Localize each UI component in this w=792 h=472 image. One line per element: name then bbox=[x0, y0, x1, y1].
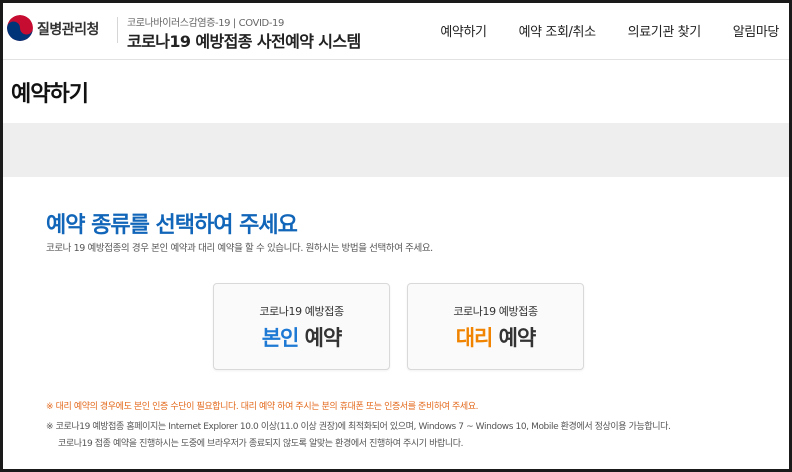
taegeuk-logo-icon[interactable] bbox=[7, 15, 33, 41]
browser-notice-1: ※ 코로나19 예방접종 홈페이지는 Internet Explorer 10.… bbox=[46, 422, 671, 432]
system-title[interactable]: 코로나19 예방접종 사전예약 시스템 bbox=[127, 28, 361, 52]
self-card-accent: 본인 bbox=[261, 326, 300, 350]
main-nav: 예약하기 예약 조회/취소 의료기관 찾기 알림마당 bbox=[408, 21, 779, 40]
nav-item-reserve[interactable]: 예약하기 bbox=[440, 21, 487, 40]
nav-item-notices[interactable]: 알림마당 bbox=[733, 21, 780, 40]
agency-name[interactable]: 질병관리청 bbox=[37, 19, 99, 39]
proxy-card-accent: 대리 bbox=[455, 326, 494, 350]
header-divider bbox=[117, 17, 118, 43]
proxy-notice: ※ 대리 예약의 경우에도 본인 인증 수단이 필요합니다. 대리 예약 하여 … bbox=[46, 402, 479, 412]
header-subtitle: 코로나바이러스감염증-19 | COVID-19 bbox=[127, 18, 284, 29]
proxy-card-suffix: 예약 bbox=[492, 326, 537, 350]
self-card-caption: 코로나19 예방접종 bbox=[259, 305, 344, 318]
site-header: 질병관리청 코로나바이러스감염증-19 | COVID-19 코로나19 예방접… bbox=[3, 3, 789, 60]
nav-item-lookup-cancel[interactable]: 예약 조회/취소 bbox=[519, 21, 596, 40]
self-card-suffix: 예약 bbox=[298, 326, 343, 350]
page-title-band: 예약하기 bbox=[3, 60, 789, 123]
self-card-title: 본인 예약 bbox=[214, 322, 389, 352]
proxy-reservation-button[interactable]: 코로나19 예방접종 대리 예약 bbox=[407, 283, 584, 370]
main-description: 코로나 19 예방접종의 경우 본인 예약과 대리 예약을 할 수 있습니다. … bbox=[46, 243, 433, 254]
gray-divider-band bbox=[3, 123, 789, 177]
browser-viewport: 질병관리청 코로나바이러스감염증-19 | COVID-19 코로나19 예방접… bbox=[3, 3, 789, 469]
proxy-card-title: 대리 예약 bbox=[408, 322, 583, 352]
proxy-card-caption: 코로나19 예방접종 bbox=[453, 305, 538, 318]
nav-item-find-clinic[interactable]: 의료기관 찾기 bbox=[628, 21, 701, 40]
browser-notice-2: 코로나19 접종 예약을 진행하시는 도중에 브라우저가 종료되지 않도록 알맞… bbox=[58, 439, 464, 449]
main-heading: 예약 종류를 선택하여 주세요 bbox=[46, 213, 298, 238]
self-reservation-button[interactable]: 코로나19 예방접종 본인 예약 bbox=[213, 283, 390, 370]
page-title: 예약하기 bbox=[11, 82, 89, 107]
main-content: 예약 종류를 선택하여 주세요 코로나 19 예방접종의 경우 본인 예약과 대… bbox=[12, 177, 782, 469]
